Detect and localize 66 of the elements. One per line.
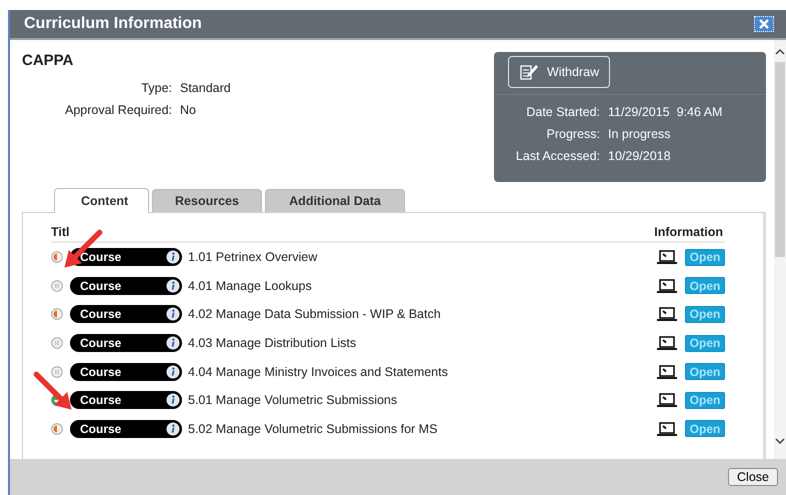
course-title: 5.01 Manage Volumetric Submissions	[188, 393, 398, 408]
type-label: Course	[80, 250, 122, 264]
type-label: Course	[80, 307, 122, 322]
in-progress-icon	[51, 422, 63, 435]
course-title: 4.03 Manage Distribution Lists	[188, 336, 358, 350]
window-title: Curriculum Information	[24, 15, 202, 33]
close-icon[interactable]	[754, 16, 774, 32]
field-label: Date Started:	[525, 104, 600, 121]
info-icon[interactable]	[166, 307, 180, 322]
type-label: Course	[80, 393, 122, 408]
course-title: 4.01 Manage Lookups	[188, 278, 313, 293]
laptop-icon	[657, 393, 677, 408]
column-header: Titl	[51, 225, 70, 239]
course-title: 5.02 Manage Volumetric Submissions for MS	[188, 422, 438, 436]
open-button[interactable]: Open	[685, 420, 725, 438]
laptop-icon	[657, 364, 677, 379]
open-button[interactable]: Open	[685, 306, 725, 323]
column-header: Information	[654, 225, 724, 239]
scroll-up-icon[interactable]	[775, 48, 785, 56]
course-title: 4.02 Manage Data Submission - WIP & Batch	[188, 307, 442, 322]
type-label: Course	[80, 364, 122, 379]
withdraw-button[interactable]: Withdraw	[508, 56, 610, 88]
laptop-icon	[657, 336, 677, 350]
info-icon[interactable]	[166, 393, 180, 408]
laptop-icon	[657, 250, 677, 264]
tab[interactable]: Content	[54, 188, 149, 213]
open-button[interactable]: Open	[685, 277, 725, 294]
field-value: 11/29/2015 9:46 AM	[608, 104, 722, 121]
field-value: Standard	[180, 80, 231, 97]
scrollbar[interactable]	[774, 40, 786, 459]
type-label: Course	[80, 422, 122, 436]
scroll-thumb[interactable]	[775, 62, 785, 257]
type-label: Course	[80, 278, 122, 293]
in-progress-icon	[51, 251, 63, 264]
field-value: No	[180, 102, 196, 119]
course-title: 4.04 Manage Ministry Invoices and Statements	[188, 364, 449, 379]
pause-icon	[51, 280, 63, 292]
info-icon[interactable]	[166, 336, 180, 350]
info-icon[interactable]	[166, 364, 180, 379]
close-button[interactable]: Close	[728, 468, 778, 486]
laptop-icon	[657, 307, 677, 322]
document-pen-icon	[519, 63, 539, 81]
type-label: Course	[80, 336, 122, 350]
open-button[interactable]: Open	[685, 334, 725, 352]
laptop-icon	[657, 278, 677, 293]
info-icon[interactable]	[166, 250, 180, 264]
tab[interactable]: Resources	[152, 189, 262, 212]
open-button[interactable]: Open	[685, 392, 725, 409]
field-label: Approval Required:	[64, 102, 172, 119]
scroll-down-icon[interactable]	[775, 437, 785, 445]
curriculum-name: CAPPA	[22, 52, 74, 69]
info-icon[interactable]	[166, 278, 180, 293]
info-icon[interactable]	[166, 422, 180, 436]
pause-icon	[51, 366, 63, 378]
field-label: Progress:	[546, 126, 600, 143]
field-label: Last Accessed:	[514, 148, 600, 165]
field-value: In progress	[608, 126, 671, 143]
field-value: 10/29/2018	[608, 148, 671, 165]
tab[interactable]: Additional Data	[265, 189, 405, 212]
open-button[interactable]: Open	[685, 363, 725, 380]
in-progress-icon	[51, 308, 63, 320]
open-button[interactable]: Open	[685, 248, 725, 266]
course-title: 1.01 Petrinex Overview	[188, 250, 318, 264]
field-label: Type:	[140, 80, 172, 97]
pause-icon	[51, 337, 63, 350]
laptop-icon	[657, 422, 677, 436]
